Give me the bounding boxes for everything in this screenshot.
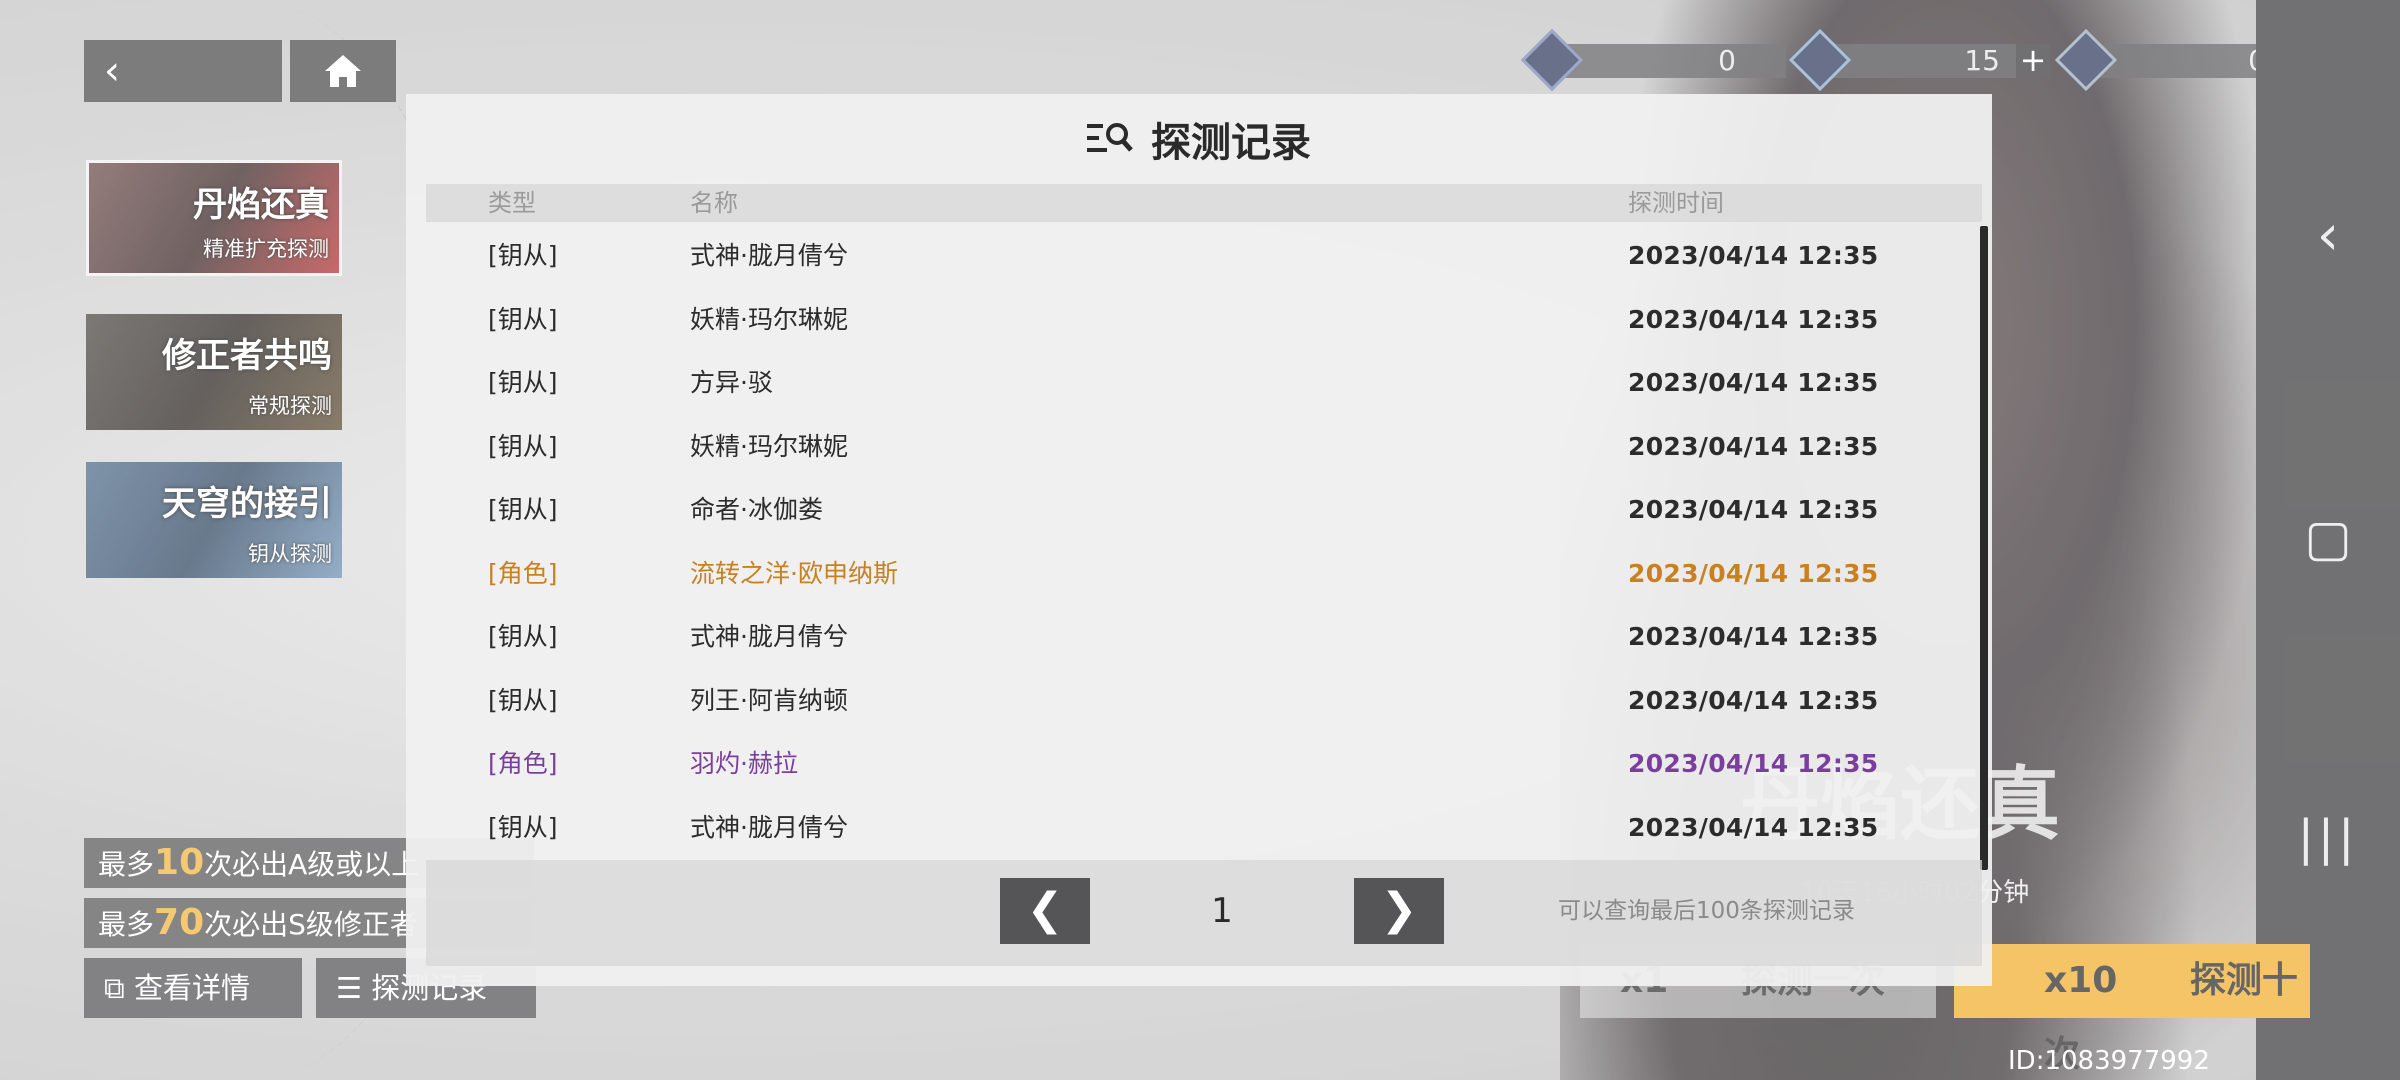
prev-page-button[interactable]: ❮ [1000, 878, 1090, 944]
table-row: [钥从] 妖精·玛尔琳妮 2023/04/14 12:35 [426, 288, 1982, 352]
table-row: [钥从] 方异·驳 2023/04/14 12:35 [426, 351, 1982, 415]
record-name: 命者·冰伽娄 [690, 495, 823, 524]
record-time: 2023/04/14 12:35 [1628, 685, 1879, 715]
record-name: 式神·胧月倩兮 [690, 241, 848, 270]
record-name: 妖精·玛尔琳妮 [690, 304, 848, 334]
table-row: [钥从] 式神·胧月倩兮 2023/04/14 12:35 [426, 605, 1982, 669]
pagination-note: 可以查询最后100条探测记录 [1558, 898, 1855, 924]
record-type: [钥从] [488, 241, 558, 270]
table-row: [角色] 羽灼·赫拉 2023/04/14 12:35 [426, 732, 1982, 796]
record-name: 流转之洋·欧申纳斯 [690, 558, 898, 588]
table-row: [钥从] 妖精·玛尔琳妮 2023/04/14 12:35 [426, 415, 1982, 479]
col-name-header: 名称 [690, 189, 738, 217]
record-type: [钥从] [488, 304, 558, 334]
next-page-button[interactable]: ❯ [1354, 878, 1444, 944]
record-type: [钥从] [488, 495, 558, 524]
chevron-right-icon: ❯ [1380, 884, 1418, 935]
record-name: 方异·驳 [690, 368, 773, 397]
dialog-title: 探测记录 [1151, 120, 1311, 166]
record-type: [角色] [488, 558, 558, 588]
table-header: 类型 名称 探测时间 [426, 184, 1982, 222]
records-table: [钥从] 式神·胧月倩兮 2023/04/14 12:35 [钥从] 妖精·玛尔琳妮 20… [426, 224, 1982, 859]
record-type: [钥从] [488, 431, 558, 461]
chevron-left-icon: ❮ [1026, 884, 1064, 935]
table-row: [角色] 流转之洋·欧申纳斯 2023/04/14 12:35 [426, 542, 1982, 606]
table-row: [钥从] 式神·胧月倩兮 2023/04/14 12:35 [426, 224, 1982, 288]
record-type: [钥从] [488, 622, 558, 651]
records-dialog: 探测记录 类型 名称 探测时间 [钥从] 式神·胧月倩兮 2023/04/14 12… [406, 94, 1992, 986]
record-name: 式神·胧月倩兮 [690, 812, 848, 842]
record-time: 2023/04/14 12:35 [1628, 622, 1879, 651]
pagination: ❮ 1 ❯ 可以查询最后100条探测记录 [426, 860, 1982, 966]
record-time: 2023/04/14 12:35 [1628, 368, 1879, 397]
record-name: 列王·阿肯纳顿 [690, 685, 848, 715]
table-row: [钥从] 式神·胧月倩兮 2023/04/14 12:35 [426, 796, 1982, 860]
scrollbar[interactable] [1980, 226, 1988, 870]
record-name: 式神·胧月倩兮 [690, 622, 848, 651]
table-row: [钥从] 列王·阿肯纳顿 2023/04/14 12:35 [426, 669, 1982, 733]
record-time: 2023/04/14 12:35 [1628, 241, 1879, 270]
col-type-header: 类型 [488, 189, 536, 217]
record-time: 2023/04/14 12:35 [1628, 749, 1879, 778]
record-name: 羽灼·赫拉 [690, 749, 798, 778]
page-number: 1 [1211, 891, 1233, 931]
record-type: [钥从] [488, 812, 558, 842]
dialog-header: 探测记录 [406, 94, 1992, 184]
col-time-header: 探测时间 [1628, 189, 1724, 217]
record-type: [钥从] [488, 368, 558, 397]
search-list-icon [1087, 123, 1133, 152]
record-time: 2023/04/14 12:35 [1628, 812, 1879, 842]
record-time: 2023/04/14 12:35 [1628, 431, 1879, 461]
record-name: 妖精·玛尔琳妮 [690, 431, 848, 461]
table-row: [钥从] 命者·冰伽娄 2023/04/14 12:35 [426, 478, 1982, 542]
record-time: 2023/04/14 12:35 [1628, 304, 1879, 334]
record-time: 2023/04/14 12:35 [1628, 558, 1879, 588]
record-type: [角色] [488, 749, 558, 778]
record-type: [钥从] [488, 685, 558, 715]
record-time: 2023/04/14 12:35 [1628, 495, 1879, 524]
